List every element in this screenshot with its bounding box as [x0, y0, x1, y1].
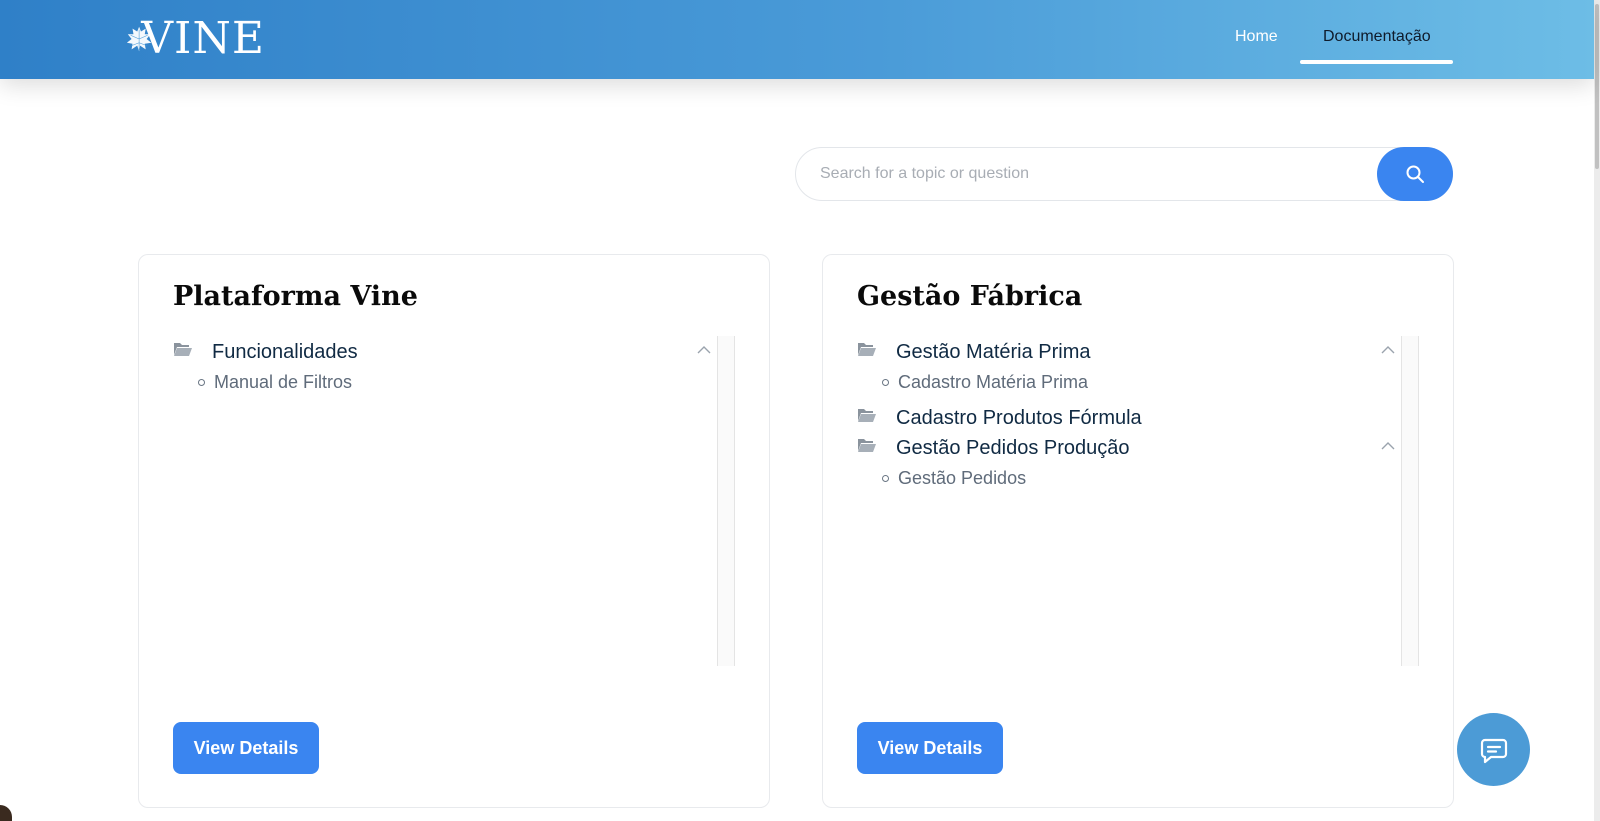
nav-home[interactable]: Home: [1235, 28, 1278, 46]
folder-label[interactable]: Funcionalidades: [212, 341, 358, 364]
list-item[interactable]: Gestão Pedidos: [857, 463, 1397, 499]
chevron-up-icon[interactable]: [1379, 439, 1397, 453]
chat-button[interactable]: [1457, 713, 1530, 786]
card-title: Plataforma Vine: [173, 281, 418, 312]
search-input[interactable]: [820, 148, 1360, 200]
view-details-button[interactable]: View Details: [173, 722, 319, 774]
folder-gestao-pedidos-producao[interactable]: Gestão Pedidos Produção: [857, 433, 1397, 463]
folder-cadastro-produtos-formula[interactable]: Cadastro Produtos Fórmula: [857, 403, 1397, 433]
folder-funcionalidades[interactable]: Funcionalidades: [173, 337, 713, 367]
bullet-icon: [882, 379, 889, 386]
chat-icon: [1480, 738, 1507, 763]
folder-label[interactable]: Gestão Pedidos Produção: [896, 437, 1130, 460]
search-icon: [1406, 165, 1424, 183]
logo-wordmark: VINE: [141, 13, 265, 64]
topic-tree: Gestão Matéria Prima Cadastro Matéria Pr…: [857, 337, 1397, 499]
topic-link[interactable]: Cadastro Matéria Prima: [898, 372, 1088, 393]
folder-label[interactable]: Gestão Matéria Prima: [896, 341, 1091, 364]
topic-tree: Funcionalidades Manual de Filtros: [173, 337, 713, 403]
bullet-icon: [882, 475, 889, 482]
folder-open-icon: [858, 439, 876, 452]
vine-logo[interactable]: VINE: [125, 8, 265, 70]
nav-active-indicator: [1300, 60, 1453, 64]
card-title: Gestão Fábrica: [857, 281, 1083, 312]
card-gestao-fabrica: Gestão Fábrica Gestão Matéria Prima Cada…: [822, 254, 1454, 808]
folder-open-icon: [858, 343, 876, 356]
nav-documentacao[interactable]: Documentação: [1323, 28, 1431, 46]
folder-label[interactable]: Cadastro Produtos Fórmula: [896, 407, 1142, 430]
search-box: [795, 147, 1453, 201]
topic-link[interactable]: Manual de Filtros: [214, 372, 352, 393]
page-scrollbar-thumb[interactable]: [1595, 4, 1599, 169]
folder-gestao-materia-prima[interactable]: Gestão Matéria Prima: [857, 337, 1397, 367]
search-button[interactable]: [1377, 147, 1453, 201]
window-corner: [0, 805, 12, 821]
folder-open-icon: [174, 343, 192, 356]
list-item[interactable]: Cadastro Matéria Prima: [857, 367, 1397, 403]
tree-scrollbar[interactable]: [1401, 336, 1419, 666]
view-details-button[interactable]: View Details: [857, 722, 1003, 774]
folder-open-icon: [858, 409, 876, 422]
tree-scrollbar[interactable]: [717, 336, 735, 666]
card-plataforma-vine: Plataforma Vine Funcionalidades Manual d…: [138, 254, 770, 808]
chevron-up-icon[interactable]: [695, 343, 713, 357]
topic-link[interactable]: Gestão Pedidos: [898, 468, 1026, 489]
bullet-icon: [198, 379, 205, 386]
top-header: VINE Home Documentação: [0, 0, 1594, 79]
list-item[interactable]: Manual de Filtros: [173, 367, 713, 403]
chevron-up-icon[interactable]: [1379, 343, 1397, 357]
